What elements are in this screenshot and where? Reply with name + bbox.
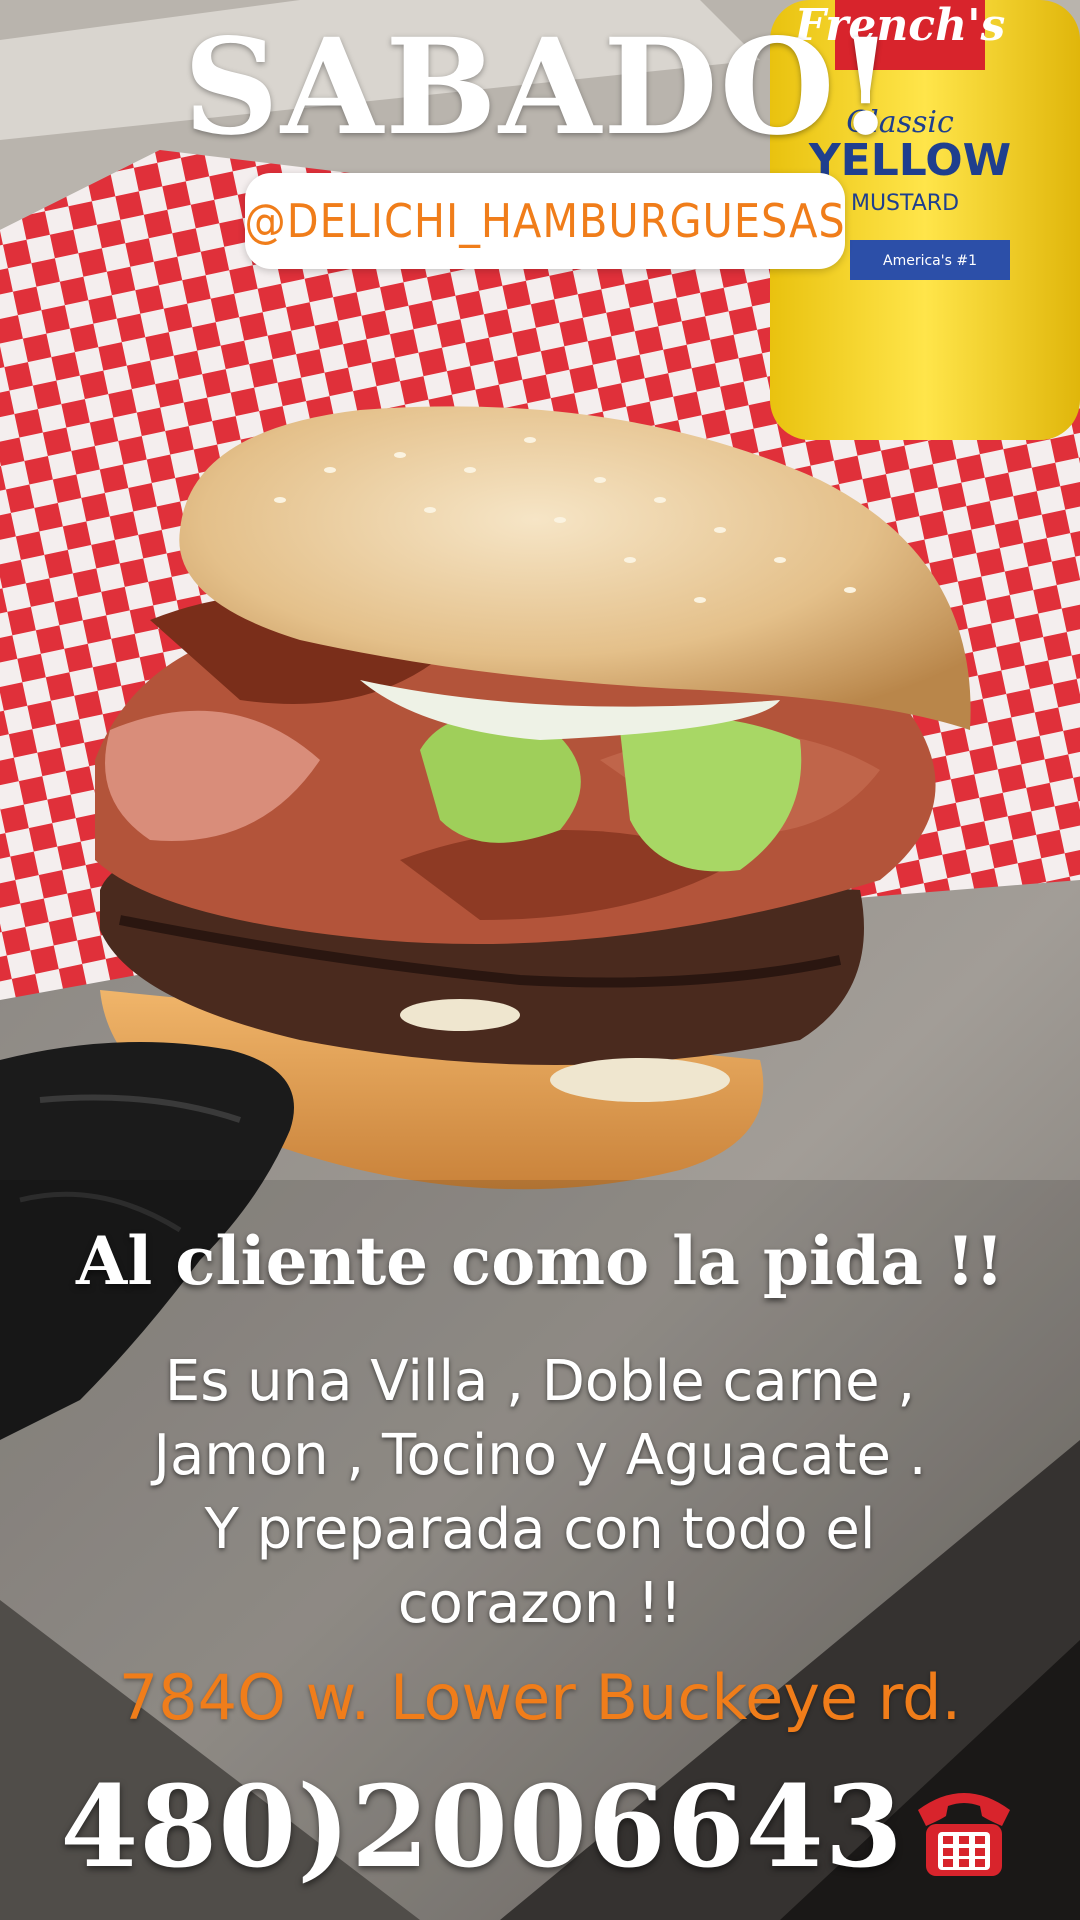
telephone-icon xyxy=(917,1793,1010,1876)
svg-text:MUSTARD: MUSTARD xyxy=(851,191,959,216)
phone-number: 480)2006643 xyxy=(60,1762,904,1893)
phone-row: 480)2006643 xyxy=(0,1772,1080,1884)
description: Es una Villa , Doble carne , Jamon , Toc… xyxy=(0,1345,1080,1641)
description-line: corazon !! xyxy=(397,1571,683,1636)
handle-sticker[interactable]: @DELICHI_HAMBURGUESAS xyxy=(244,173,846,269)
svg-text:America's #1: America's #1 xyxy=(883,253,977,269)
description-line: Es una Villa , Doble carne , xyxy=(164,1349,916,1414)
description-line: Y preparada con todo el xyxy=(204,1497,876,1562)
story-title: SABADO! xyxy=(183,10,897,165)
description-line: Jamon , Tocino y Aguacate . xyxy=(153,1423,927,1488)
handle-text: @DELICHI_HAMBURGUESAS xyxy=(244,194,846,248)
address: 784O w. Lower Buckeye rd. xyxy=(118,1661,962,1734)
tagline: Al cliente como la pida !! xyxy=(76,1222,1004,1300)
